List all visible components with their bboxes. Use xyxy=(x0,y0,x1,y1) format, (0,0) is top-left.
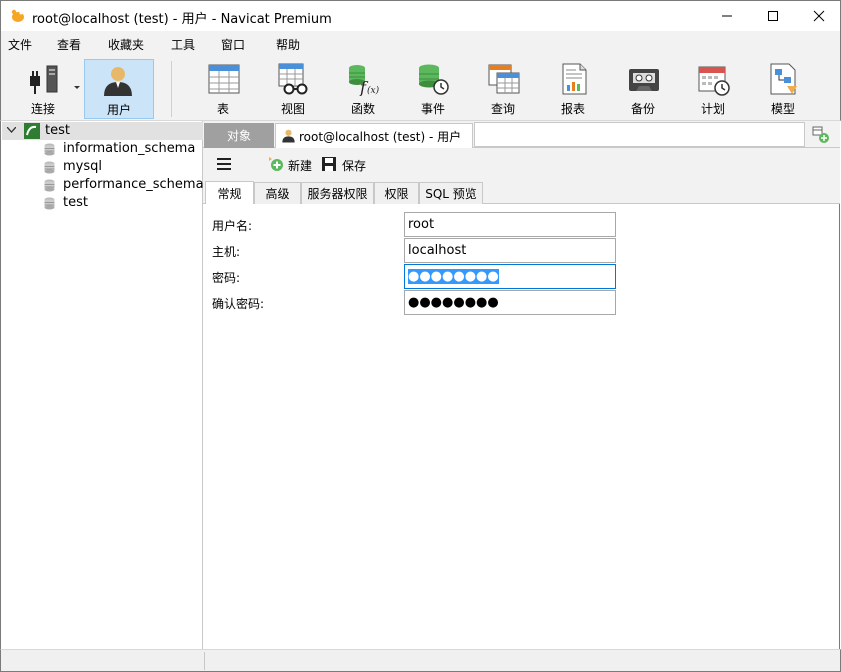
tab-objects[interactable]: 对象 xyxy=(204,123,274,148)
schedule-label: 计划 xyxy=(700,102,725,116)
model-icon xyxy=(770,63,797,95)
backup-tape-icon xyxy=(629,69,659,91)
connect-label: 连接 xyxy=(31,102,56,116)
tree-item-test-db[interactable]: test xyxy=(63,195,88,210)
maximize-icon xyxy=(768,11,778,21)
confirm-password-field[interactable]: ●●●●●●●● xyxy=(404,290,616,315)
menu-file[interactable]: 文件 xyxy=(8,36,32,53)
host-label: 主机: xyxy=(212,245,241,259)
tree-root-label: test xyxy=(45,123,70,138)
report-label: 报表 xyxy=(560,102,585,116)
minimize-icon xyxy=(722,15,732,17)
table-button[interactable]: 表 xyxy=(188,59,258,119)
chevron-down-icon[interactable] xyxy=(7,127,16,134)
model-button[interactable]: 模型 xyxy=(748,59,818,119)
mysql-connection-icon xyxy=(24,123,40,139)
database-icon xyxy=(44,161,55,174)
close-button[interactable] xyxy=(796,1,841,31)
function-label: 函数 xyxy=(350,102,375,116)
menu-view[interactable]: 查看 xyxy=(57,36,81,53)
event-label: 事件 xyxy=(420,102,445,116)
password-field[interactable]: ●●●●●●●● xyxy=(404,264,616,289)
database-icon xyxy=(44,197,55,210)
save-button[interactable]: 保存 xyxy=(321,154,369,174)
add-icon xyxy=(269,157,283,171)
password-label: 密码: xyxy=(212,271,241,285)
new-object-icon[interactable] xyxy=(811,125,831,145)
function-button[interactable]: f (x) 函数 xyxy=(328,59,398,119)
tab-user-label: root@localhost (test) - 用户 xyxy=(299,130,462,144)
model-label: 模型 xyxy=(770,102,795,116)
view-button[interactable]: 视图 xyxy=(258,59,328,119)
menu-help[interactable]: 帮助 xyxy=(276,36,300,53)
tree-item-performance-schema[interactable]: performance_schema xyxy=(63,177,204,192)
username-label: 用户名: xyxy=(212,219,253,233)
backup-button[interactable]: 备份 xyxy=(608,59,678,119)
new-button[interactable]: 新建 xyxy=(268,154,316,174)
backup-label: 备份 xyxy=(630,102,655,116)
status-divider xyxy=(204,652,205,670)
user-icon xyxy=(282,129,295,143)
save-disk-icon xyxy=(322,157,336,171)
navicat-logo-icon xyxy=(11,9,24,22)
database-icon xyxy=(44,179,55,192)
report-button[interactable]: 报表 xyxy=(538,59,608,119)
connection-tree: test information_schema mysql performanc… xyxy=(0,121,204,649)
editor-section-tabs: 常规 高级 服务器权限 权限 SQL 预览 xyxy=(203,180,840,204)
user-label: 用户 xyxy=(106,103,131,117)
query-button[interactable]: 查询 xyxy=(468,59,538,119)
menu-bar: 文件 查看 收藏夹 工具 窗口 帮助 xyxy=(0,31,841,57)
window-title: root@localhost (test) - 用户 - Navicat Pre… xyxy=(32,12,332,27)
query-icon xyxy=(488,64,520,94)
tab-general[interactable]: 常规 xyxy=(205,181,254,204)
view-glasses-icon xyxy=(278,63,308,95)
schedule-calendar-icon xyxy=(698,66,730,96)
menu-favorites[interactable]: 收藏夹 xyxy=(108,36,144,53)
database-icon xyxy=(44,143,55,156)
tab-advanced[interactable]: 高级 xyxy=(254,182,301,204)
connect-plug-icon xyxy=(30,65,58,94)
username-field[interactable]: root xyxy=(404,212,616,237)
schedule-button[interactable]: 计划 xyxy=(678,59,748,119)
maximize-button[interactable] xyxy=(750,1,796,31)
menu-window[interactable]: 窗口 xyxy=(221,36,245,53)
tab-filter-input[interactable] xyxy=(474,122,805,147)
new-label: 新建 xyxy=(288,159,313,173)
close-icon xyxy=(813,10,825,22)
tab-user-editor[interactable]: root@localhost (test) - 用户 xyxy=(275,123,473,148)
tab-server-privileges[interactable]: 服务器权限 xyxy=(301,182,374,204)
document-tabs: 对象 root@localhost (test) - 用户 xyxy=(203,121,840,148)
function-fx-icon: f (x) xyxy=(349,65,380,96)
status-bar xyxy=(0,649,841,672)
connect-button[interactable]: 连接 xyxy=(8,59,80,119)
chevron-down-icon xyxy=(74,86,80,89)
user-general-form: 用户名: root 主机: localhost 密码: ●●●●●●●● 确认密… xyxy=(203,204,840,649)
tree-item-mysql[interactable]: mysql xyxy=(63,159,102,174)
minimize-button[interactable] xyxy=(704,1,750,31)
table-icon xyxy=(208,64,240,94)
event-clock-icon xyxy=(419,64,449,95)
table-label: 表 xyxy=(216,102,229,116)
title-bar: root@localhost (test) - 用户 - Navicat Pre… xyxy=(0,0,841,31)
menu-tools[interactable]: 工具 xyxy=(171,36,195,53)
hamburger-menu-icon[interactable] xyxy=(217,158,231,170)
save-label: 保存 xyxy=(342,159,367,173)
main-toolbar: 连接 用户 表 视图 f (x) 函数 事件 查询 报表 备份 计划 模型 xyxy=(0,57,841,121)
tree-item-information-schema[interactable]: information_schema xyxy=(63,141,195,156)
toolbar-separator xyxy=(171,61,172,117)
user-button[interactable]: 用户 xyxy=(84,59,154,119)
svg-text:(x): (x) xyxy=(367,85,380,96)
host-field[interactable]: localhost xyxy=(404,238,616,263)
user-icon xyxy=(104,67,132,96)
event-button[interactable]: 事件 xyxy=(398,59,468,119)
view-label: 视图 xyxy=(280,102,305,116)
tab-privileges[interactable]: 权限 xyxy=(374,182,419,204)
tab-sql-preview[interactable]: SQL 预览 xyxy=(419,182,483,204)
password-value: ●●●●●●●● xyxy=(408,269,499,284)
query-label: 查询 xyxy=(490,102,515,116)
confirm-password-label: 确认密码: xyxy=(212,297,265,311)
tree-item-test-connection[interactable]: test xyxy=(2,122,203,140)
report-icon xyxy=(562,63,587,95)
editor-toolbar: 新建 保存 xyxy=(203,148,840,180)
